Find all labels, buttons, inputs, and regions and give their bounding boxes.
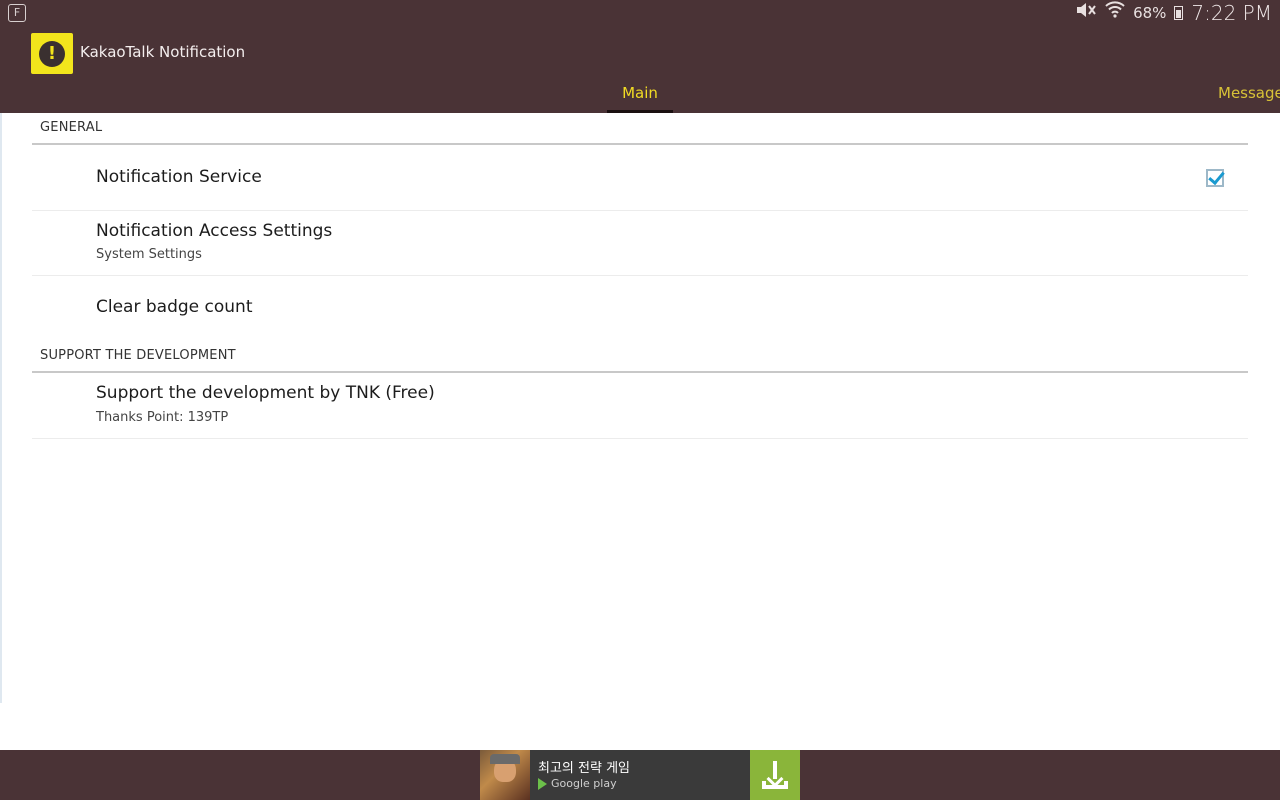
ad-banner[interactable]: 최고의 전략 게임 Google play (480, 750, 800, 800)
pref-title: Support the development by TNK (Free) (96, 383, 435, 403)
status-bar: F 68% 7:22 PM (0, 0, 1280, 26)
google-play-icon (538, 777, 547, 790)
pref-notification-access-settings[interactable]: Notification Access Settings System Sett… (32, 211, 1248, 276)
google-play-label: Google play (551, 777, 617, 790)
notification-service-checkbox[interactable] (1206, 169, 1224, 187)
tab-main-label: Main (622, 84, 658, 102)
preference-list[interactable]: GENERAL Notification Service Notificatio… (0, 113, 1280, 750)
flipboard-icon: F (8, 4, 26, 22)
tab-main[interactable]: Main (607, 84, 673, 113)
google-play-badge: Google play (538, 777, 617, 790)
ad-text: 최고의 전략 게임 (538, 761, 630, 776)
ad-thumbnail (480, 750, 530, 800)
category-general: GENERAL (32, 113, 1248, 145)
category-support-label: SUPPORT THE DEVELOPMENT (40, 348, 236, 363)
download-icon (762, 761, 788, 789)
pref-support-tnk[interactable]: Support the development by TNK (Free) Th… (32, 373, 1248, 439)
clock: 7:22 PM (1191, 1, 1272, 25)
app-icon[interactable]: ! (31, 33, 73, 74)
action-bar: ! KakaoTalk Notification Main Message (0, 26, 1280, 113)
category-general-label: GENERAL (40, 120, 103, 135)
battery-icon (1174, 6, 1184, 20)
battery-percent: 68% (1133, 4, 1167, 22)
pref-title: Notification Service (96, 167, 262, 187)
ad-download-button[interactable] (750, 750, 800, 800)
app-title: KakaoTalk Notification (80, 43, 246, 61)
category-support: SUPPORT THE DEVELOPMENT (32, 341, 1248, 373)
pref-clear-badge-count[interactable]: Clear badge count (32, 276, 1248, 340)
pref-summary: Thanks Point: 139TP (96, 410, 229, 425)
pref-summary: System Settings (96, 247, 202, 262)
pref-title: Clear badge count (96, 297, 253, 317)
tab-message[interactable]: Message (1218, 84, 1280, 102)
mute-icon (1075, 0, 1097, 26)
status-bar-right: 68% 7:22 PM (1075, 0, 1272, 26)
pref-notification-service[interactable]: Notification Service (32, 145, 1248, 211)
warning-icon: ! (39, 40, 65, 67)
ad-bar: 최고의 전략 게임 Google play (0, 750, 1280, 800)
scroll-edge (0, 113, 2, 703)
wifi-icon (1105, 0, 1125, 26)
pref-title: Notification Access Settings (96, 221, 333, 241)
tab-message-label: Message (1218, 84, 1280, 102)
